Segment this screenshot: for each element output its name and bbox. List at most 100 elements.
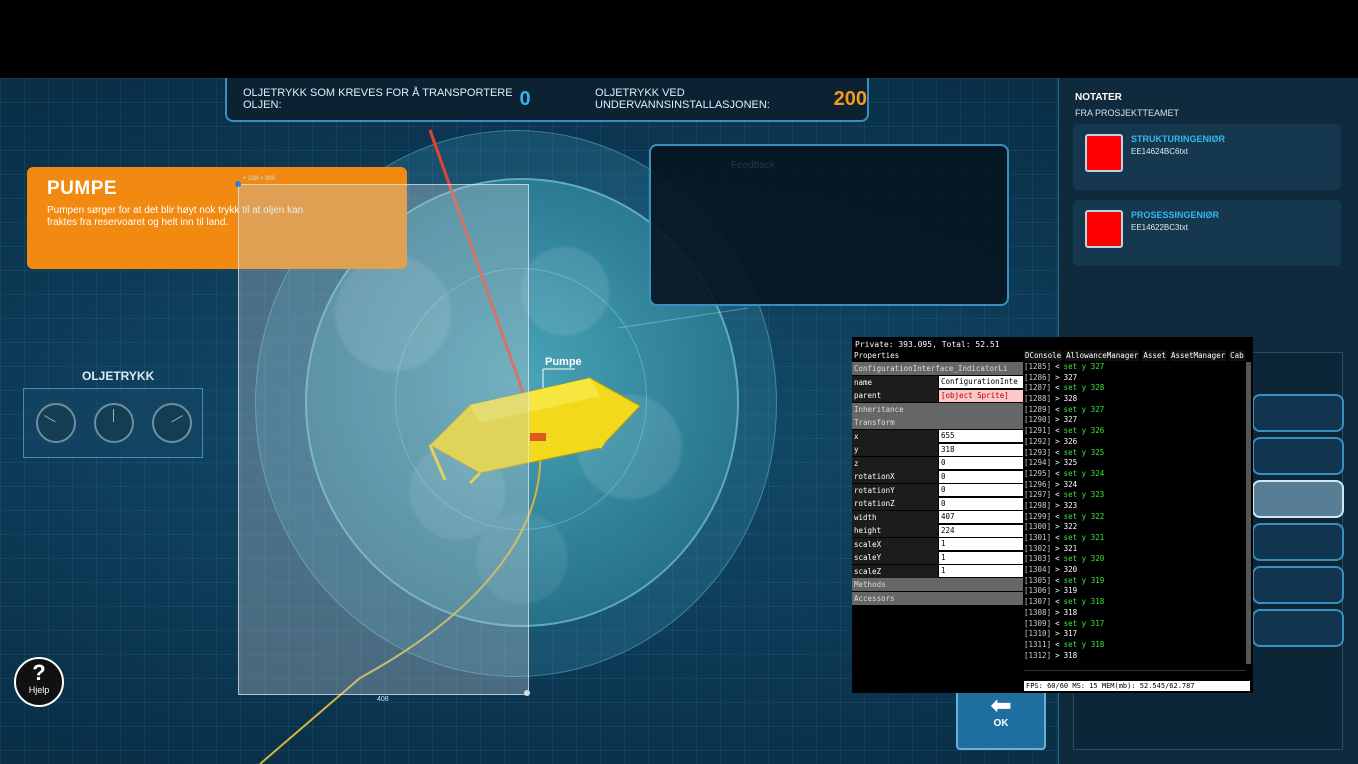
property-value-field[interactable]: 0 (939, 457, 1023, 470)
property-section: Transform (852, 416, 1023, 430)
console-line: [1297] < set y 323 (1024, 490, 1246, 501)
console-line: [1303] < set y 320 (1024, 554, 1246, 565)
property-key: scaleY (852, 551, 938, 565)
console-text: set y 327 (1063, 404, 1105, 414)
option-button-5[interactable] (1252, 566, 1344, 604)
console-line: [1287] < set y 328 (1024, 383, 1246, 394)
console-direction: > (1055, 522, 1060, 532)
property-value-field[interactable]: 224 (939, 524, 1023, 537)
console-line-number: [1309] (1024, 618, 1052, 628)
property-value-field[interactable]: 318 (939, 443, 1023, 456)
property-value-field[interactable]: 407 (939, 511, 1023, 524)
property-row: rotationY 0 (852, 483, 1023, 498)
console-line-number: [1299] (1024, 511, 1052, 521)
note-status-icon (1085, 134, 1123, 172)
console-line: [1301] < set y 321 (1024, 533, 1246, 544)
property-row: rotationX 0 (852, 470, 1023, 484)
help-label: Hjelp (28, 685, 50, 695)
console-line: [1293] < set y 325 (1024, 448, 1246, 459)
property-key: width (852, 510, 938, 524)
console-direction: > (1055, 565, 1060, 575)
console-line-number: [1296] (1024, 479, 1052, 489)
selection-top-label: + 238 × 390 (243, 176, 276, 182)
console-line: [1286] >327 (1024, 373, 1246, 384)
property-row: z0 (852, 456, 1023, 471)
feedback-panel: Feedback (649, 144, 1009, 306)
console-line-number: [1303] (1024, 554, 1052, 564)
tab-allowance-manager[interactable]: AllowanceManager (1065, 350, 1140, 361)
property-value-field[interactable]: 1 (939, 538, 1023, 551)
console-line-number: [1289] (1024, 404, 1052, 414)
option-button-2[interactable] (1252, 437, 1344, 475)
tab-asset-manager[interactable]: AssetManager (1169, 350, 1227, 361)
notes-subtitle: FRA PROSJEKTTEAMET (1075, 108, 1180, 118)
console-input[interactable] (1024, 670, 1246, 679)
console-direction: < (1055, 490, 1060, 500)
selection-handle-bottom-right[interactable] (524, 690, 530, 696)
selection-box[interactable] (238, 184, 529, 695)
property-row: width 407 (852, 510, 1023, 525)
property-value-field[interactable]: ConfigurationInte (939, 376, 1023, 389)
console-line: [1310] >317 (1024, 629, 1246, 640)
console-line-number: [1307] (1024, 597, 1052, 607)
option-button-3[interactable] (1252, 480, 1344, 518)
console-line: [1296] >324 (1024, 480, 1246, 491)
feedback-label: Feedback (731, 160, 775, 171)
console-line: [1304] >320 (1024, 565, 1246, 576)
console-line-number: [1294] (1024, 458, 1052, 468)
property-row: height 224 (852, 524, 1023, 538)
option-button-6[interactable] (1252, 609, 1344, 647)
console-text: set y 319 (1063, 575, 1105, 585)
property-value-field[interactable]: 0 (939, 497, 1023, 510)
console-line-number: [1295] (1024, 468, 1052, 478)
option-button-4[interactable] (1252, 523, 1344, 561)
console-text: set y 318 (1063, 597, 1105, 607)
tab-asset[interactable]: Asset (1142, 350, 1167, 361)
property-key: rotationY (852, 483, 938, 497)
console-text: set y 318 (1063, 639, 1105, 649)
console-line-number: [1308] (1024, 607, 1052, 617)
console-direction: > (1055, 629, 1060, 639)
property-key: height (852, 524, 938, 538)
note-card-process-engineer[interactable]: PROSESSINGENIØR EE14622BC3txt (1073, 200, 1341, 266)
tab-dconsole[interactable]: DConsole (1024, 350, 1063, 361)
property-key: z (852, 456, 938, 470)
property-key: ConfigurationInterface_IndicatorLi (852, 362, 1023, 376)
console-line: [1294] >325 (1024, 458, 1246, 469)
property-value-field[interactable]: 0 (939, 470, 1023, 483)
property-value-field[interactable]: 0 (939, 484, 1023, 497)
debug-console[interactable]: Private: 393.095, Total: 52.51 Propertie… (852, 337, 1253, 693)
console-direction: > (1055, 458, 1060, 468)
console-direction: < (1055, 447, 1060, 457)
debug-status-bar: FPS: 60/60 MS: 15 MEM(mb): 52.545/62.787 (1024, 681, 1250, 691)
notes-title: NOTATER (1075, 92, 1122, 103)
console-line: [1290] >327 (1024, 415, 1246, 426)
option-button-1[interactable] (1252, 394, 1344, 432)
properties-list: ConfigurationInterface_IndicatorLi name Co… (852, 362, 1023, 605)
ok-button[interactable]: ⬅ OK (956, 688, 1046, 750)
property-section: Accessors (852, 591, 1023, 606)
note-card-structural-engineer[interactable]: STRUKTURINGENIØR EE14624BC6txt (1073, 124, 1341, 190)
gauge-icon (152, 403, 192, 443)
console-text: 319 (1063, 586, 1078, 596)
property-key: Inheritance (852, 402, 1023, 416)
console-line-number: [1304] (1024, 565, 1052, 575)
console-text: set y 320 (1063, 554, 1105, 564)
note-role: STRUKTURINGENIØR (1131, 134, 1225, 144)
property-section: ConfigurationInterface_IndicatorLi (852, 362, 1023, 376)
console-line: [1307] < set y 318 (1024, 597, 1246, 608)
console-line: [1302] >321 (1024, 544, 1246, 555)
property-value-field[interactable]: 1 (939, 551, 1023, 564)
selection-handle-top-left[interactable] (235, 181, 241, 187)
help-button[interactable]: ? Hjelp (14, 657, 64, 707)
tab-cab[interactable]: Cab (1229, 350, 1245, 361)
console-line-number: [1292] (1024, 436, 1052, 446)
property-row: rotationZ 0 (852, 497, 1023, 511)
property-value-field[interactable]: [object Sprite] (939, 389, 1023, 402)
console-scrollbar[interactable] (1246, 362, 1251, 664)
property-row: x 655 (852, 429, 1023, 444)
property-value-field[interactable]: 1 (939, 565, 1023, 578)
properties-title: Properties (854, 351, 900, 360)
property-value-field[interactable]: 655 (939, 430, 1023, 443)
console-text: set y 322 (1063, 511, 1105, 521)
